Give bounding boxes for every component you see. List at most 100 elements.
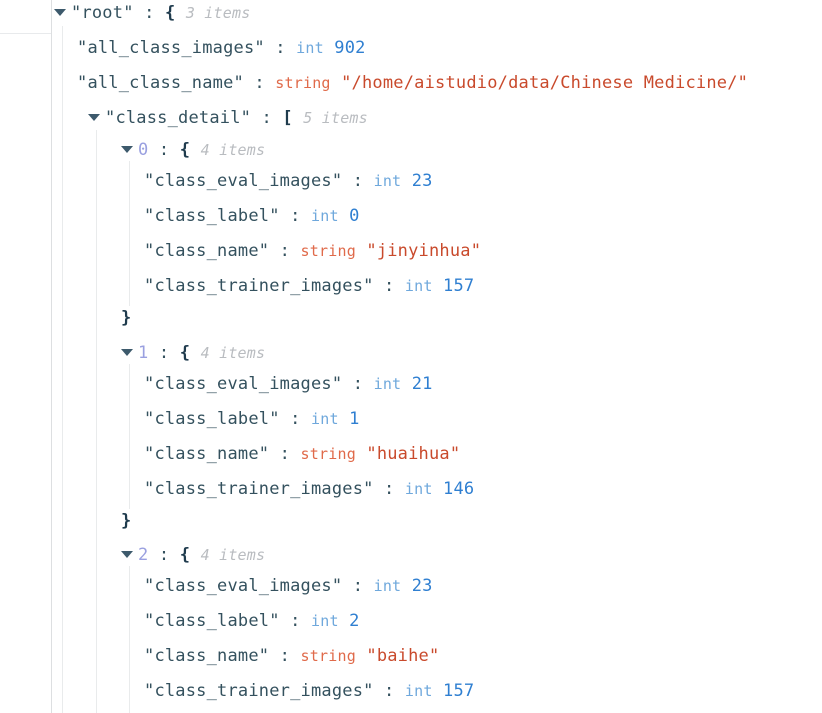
- caret-down-icon-class-detail[interactable]: [88, 113, 100, 121]
- json-row-item-2-name[interactable]: "class_name" : string "baihe": [144, 639, 439, 674]
- json-row-all-class-images[interactable]: "all_class_images" : int 902: [77, 31, 366, 66]
- json-row-root[interactable]: "root" : { 3 items: [54, 0, 250, 31]
- open-brace-root: {: [164, 3, 176, 23]
- close-brace-index-1: }: [121, 511, 132, 531]
- json-row-item-1-eval[interactable]: "class_eval_images" : int 21: [144, 367, 433, 402]
- json-key-class-eval-images: "class_eval_images": [144, 374, 343, 394]
- json-value-class-name: "baihe": [366, 646, 440, 666]
- colon: :: [144, 3, 155, 23]
- colon: :: [279, 646, 291, 666]
- sidebar-divider: [0, 33, 51, 34]
- json-value-class-trainer-images: 157: [443, 681, 475, 701]
- colon: :: [384, 479, 395, 499]
- type-label-string: string: [300, 242, 356, 260]
- json-row-index-2[interactable]: 2 : { 4 items: [121, 538, 265, 573]
- item-count-index-0: 4 items: [200, 141, 266, 159]
- type-label-int: int: [296, 39, 324, 57]
- item-count-class-detail: 5 items: [303, 109, 368, 127]
- json-key-class-label: "class_label": [144, 409, 280, 429]
- json-row-class-detail[interactable]: "class_detail" : [ 5 items: [88, 101, 368, 136]
- colon: :: [290, 611, 301, 631]
- colon: :: [384, 681, 395, 701]
- type-label-int: int: [404, 682, 433, 700]
- json-index-2: 2: [138, 545, 149, 565]
- json-key-root: "root": [71, 3, 134, 23]
- indent-guide-item-1: [129, 364, 130, 509]
- colon: :: [384, 276, 395, 296]
- json-value-all-class-images: 902: [334, 38, 366, 58]
- json-key-all-class-name: "all_class_name": [77, 73, 244, 93]
- json-index-1: 1: [138, 343, 149, 363]
- json-row-item-0-eval[interactable]: "class_eval_images" : int 23: [144, 164, 433, 199]
- json-key-class-detail: "class_detail": [105, 108, 252, 128]
- json-row-item-0-label[interactable]: "class_label" : int 0: [144, 199, 360, 234]
- caret-down-icon-index-2[interactable]: [121, 550, 133, 558]
- open-bracket-class-detail: [: [282, 108, 293, 128]
- json-row-item-1-label[interactable]: "class_label" : int 1: [144, 402, 360, 437]
- json-row-item-0-trainer[interactable]: "class_trainer_images" : int 157: [144, 269, 474, 304]
- json-key-class-eval-images: "class_eval_images": [144, 171, 343, 191]
- item-count-index-2: 4 items: [200, 546, 266, 564]
- json-row-item-1-name[interactable]: "class_name" : string "huaihua": [144, 437, 460, 472]
- open-brace-index-1: {: [179, 343, 191, 363]
- json-value-class-label: 0: [349, 206, 360, 226]
- json-key-class-name: "class_name": [144, 444, 270, 464]
- json-row-item-2-eval[interactable]: "class_eval_images" : int 23: [144, 569, 433, 604]
- type-label-string: string: [300, 445, 356, 463]
- colon: :: [279, 241, 291, 261]
- left-sidebar-rail[interactable]: [0, 0, 52, 713]
- type-label-string: string: [275, 74, 331, 92]
- json-index-0: 0: [138, 140, 149, 160]
- item-count-index-1: 4 items: [200, 344, 266, 362]
- json-key-class-eval-images: "class_eval_images": [144, 576, 343, 596]
- type-label-int: int: [310, 410, 339, 428]
- json-value-class-eval-images: 21: [411, 374, 433, 394]
- json-key-all-class-images: "all_class_images": [77, 38, 265, 58]
- caret-down-icon-index-0[interactable]: [121, 145, 133, 153]
- json-row-item-1-close: }: [121, 504, 131, 539]
- colon: :: [279, 444, 291, 464]
- json-key-class-name: "class_name": [144, 241, 270, 261]
- item-count-root: 3 items: [185, 4, 251, 22]
- indent-guide-level-1: [62, 26, 63, 713]
- type-label-int: int: [373, 577, 402, 595]
- json-row-item-0-close: }: [121, 301, 131, 336]
- json-key-class-trainer-images: "class_trainer_images": [144, 276, 374, 296]
- caret-down-icon-index-1[interactable]: [121, 348, 133, 356]
- json-value-class-eval-images: 23: [411, 576, 433, 596]
- json-key-class-label: "class_label": [144, 206, 280, 226]
- json-row-item-0-name[interactable]: "class_name" : string "jinyinhua": [144, 234, 481, 269]
- json-row-index-0[interactable]: 0 : { 4 items: [121, 133, 265, 168]
- type-label-int: int: [310, 207, 339, 225]
- json-key-class-trainer-images: "class_trainer_images": [144, 681, 374, 701]
- colon: :: [290, 409, 301, 429]
- caret-down-icon-root[interactable]: [54, 8, 66, 16]
- json-value-class-trainer-images: 157: [443, 276, 475, 296]
- json-key-class-label: "class_label": [144, 611, 280, 631]
- json-row-item-2-label[interactable]: "class_label" : int 2: [144, 604, 360, 639]
- colon: :: [254, 73, 265, 93]
- json-row-item-2-trainer[interactable]: "class_trainer_images" : int 157: [144, 674, 474, 709]
- colon: :: [290, 206, 301, 226]
- close-brace-index-0: }: [121, 308, 132, 328]
- json-value-class-label: 2: [349, 611, 360, 631]
- indent-guide-item-0: [129, 161, 130, 306]
- colon: :: [352, 576, 364, 596]
- json-tree-viewer[interactable]: "root" : { 3 items "all_class_images" : …: [52, 0, 822, 713]
- colon: :: [352, 171, 364, 191]
- json-row-all-class-name[interactable]: "all_class_name" : string "/home/aistudi…: [77, 66, 748, 101]
- type-label-int: int: [404, 277, 433, 295]
- json-row-index-1[interactable]: 1 : { 4 items: [121, 336, 265, 371]
- json-value-class-label: 1: [349, 409, 360, 429]
- json-row-item-1-trainer[interactable]: "class_trainer_images" : int 146: [144, 472, 474, 507]
- type-label-int: int: [310, 612, 339, 630]
- json-value-class-name: "huaihua": [366, 444, 461, 464]
- indent-guide-item-2: [129, 566, 130, 713]
- open-brace-index-0: {: [179, 140, 191, 160]
- colon: :: [352, 374, 364, 394]
- json-value-class-name: "jinyinhua": [366, 241, 482, 261]
- type-label-int: int: [373, 172, 402, 190]
- colon: :: [158, 545, 170, 565]
- colon: :: [275, 38, 286, 58]
- json-value-all-class-name: "/home/aistudio/data/Chinese Medicine/": [341, 73, 749, 93]
